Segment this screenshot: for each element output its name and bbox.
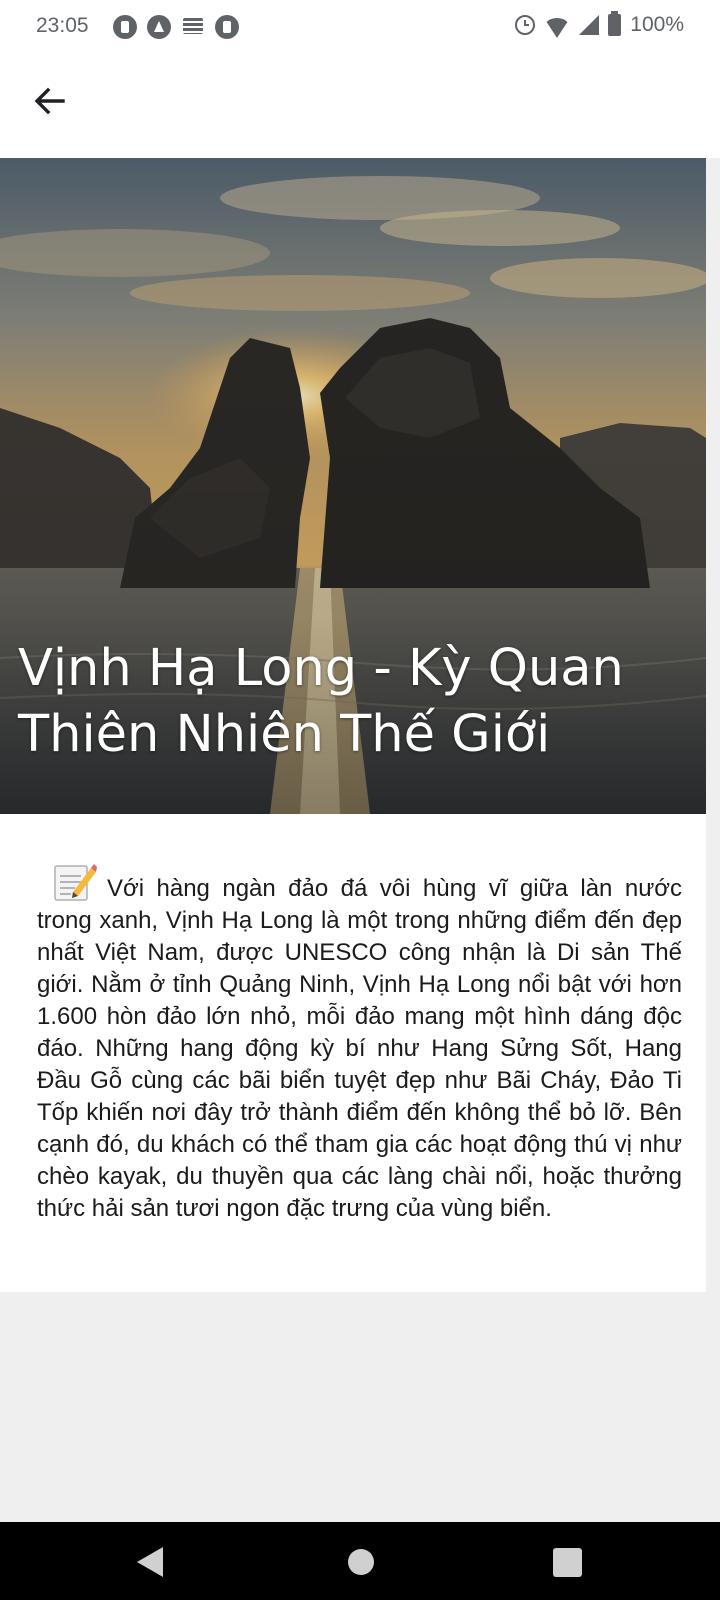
system-nav-bar (0, 1522, 720, 1600)
status-bar: 23:05 100% (0, 0, 720, 52)
app-p-icon (215, 15, 239, 39)
system-status-icons: 100% (515, 11, 684, 38)
page-title: Vịnh Hạ Long - Kỳ Quan Thiên Nhiên Thế G… (18, 639, 624, 764)
battery-percentage: 100% (630, 13, 684, 36)
notification-icons (113, 15, 239, 39)
nav-back-icon[interactable] (137, 1547, 163, 1577)
memo-icon (53, 862, 97, 902)
article-card: Với hàng ngàn đảo đá vôi hùng vĩ giữa là… (0, 814, 706, 1292)
nav-recents-icon[interactable] (553, 1548, 582, 1577)
signal-icon (579, 15, 600, 35)
hero-banner: Vịnh Hạ Long - Kỳ Quan Thiên Nhiên Thế G… (0, 158, 706, 814)
arrow-left-icon (34, 87, 65, 115)
app-bar (0, 52, 720, 158)
app-a-icon (147, 15, 171, 39)
back-button[interactable] (24, 75, 76, 127)
battery-icon (608, 11, 622, 36)
wifi-icon (544, 18, 571, 38)
nav-home-icon[interactable] (348, 1549, 374, 1575)
alarm-icon (515, 15, 536, 35)
status-time: 23:05 (36, 14, 89, 37)
article-body: Với hàng ngàn đảo đá vôi hùng vĩ giữa là… (37, 862, 682, 1225)
storage-icon (181, 15, 205, 39)
app-p-icon (113, 15, 137, 39)
article-text: Với hàng ngàn đảo đá vôi hùng vĩ giữa là… (37, 875, 682, 1222)
